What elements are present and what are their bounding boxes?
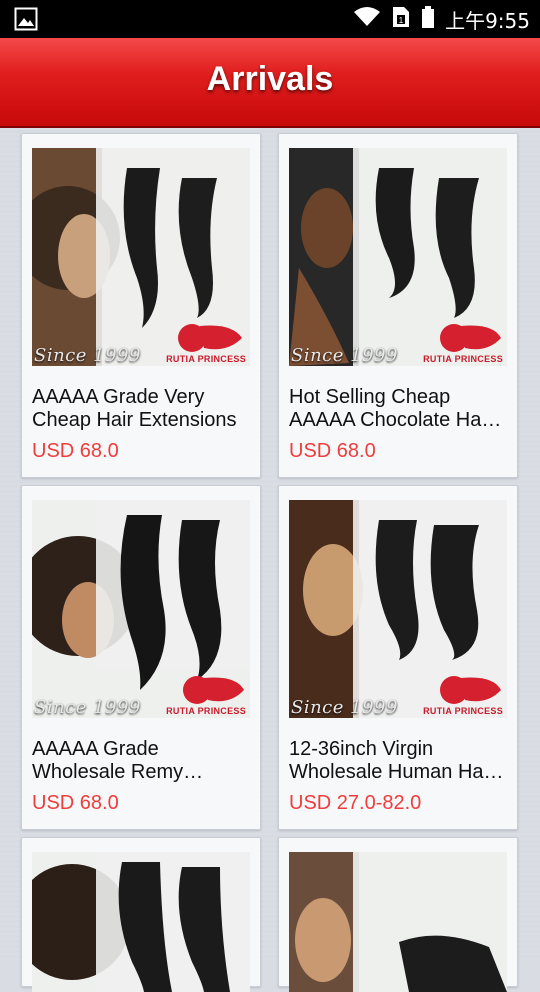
wifi-icon (353, 6, 381, 33)
product-price: USD 68.0 (32, 440, 119, 462)
product-title[interactable]: AAAAA Grade Very Cheap Hair Extensions (32, 386, 252, 432)
product-title[interactable]: AAAAA Grade Wholesale Remy… (32, 738, 252, 784)
product-price: USD 68.0 (289, 440, 376, 462)
product-card[interactable] (278, 837, 518, 992)
status-bar: 1 上午9:55 (0, 0, 540, 38)
product-card[interactable]: Since 1999 RUTIA PRINCESS 12-36inch Virg… (278, 485, 518, 830)
battery-icon (421, 5, 435, 34)
brand-label: RUTIA PRINCESS (166, 354, 246, 364)
product-price: USD 68.0 (32, 792, 119, 814)
sim-icon: 1 (391, 5, 411, 34)
product-grid[interactable]: Since 1999 RUTIA PRINCESS AAAAA Grade Ve… (0, 128, 540, 992)
product-card[interactable]: Since 1999 RUTIA PRINCESS AAAAA Grade Ve… (21, 133, 261, 478)
product-title[interactable]: 12-36inch Virgin Wholesale Human Ha… (289, 738, 509, 784)
status-time: 上午9:55 (445, 8, 530, 33)
product-title[interactable]: Hot Selling Cheap AAAAA Chocolate Ha… (289, 386, 509, 432)
product-image[interactable] (32, 852, 250, 992)
product-price: USD 27.0-82.0 (289, 792, 422, 814)
product-image[interactable]: Since 1999 RUTIA PRINCESS (32, 148, 250, 366)
svg-text:1: 1 (399, 16, 404, 25)
brand-label: RUTIA PRINCESS (166, 706, 246, 716)
page-title: Arrivals (206, 60, 334, 98)
since-label: Since 1999 (34, 345, 141, 366)
since-label: Since 1999 (291, 697, 398, 718)
status-icons: 1 上午9:55 (353, 5, 530, 34)
brand-label: RUTIA PRINCESS (423, 706, 503, 716)
product-image[interactable] (289, 852, 507, 992)
app-header: Arrivals (0, 38, 540, 128)
since-label: Since 1999 (291, 345, 398, 366)
product-card[interactable]: Since 1999 RUTIA PRINCESS Hot Selling Ch… (278, 133, 518, 478)
since-label: Since 1999 (34, 697, 141, 718)
gallery-notification-icon (14, 7, 38, 31)
product-image[interactable]: Since 1999 RUTIA PRINCESS (289, 500, 507, 718)
product-card[interactable]: Since 1999 RUTIA PRINCESS AAAAA Grade Wh… (21, 485, 261, 830)
product-image[interactable]: Since 1999 RUTIA PRINCESS (289, 148, 507, 366)
product-image[interactable]: Since 1999 RUTIA PRINCESS (32, 500, 250, 718)
product-card[interactable] (21, 837, 261, 992)
brand-label: RUTIA PRINCESS (423, 354, 503, 364)
